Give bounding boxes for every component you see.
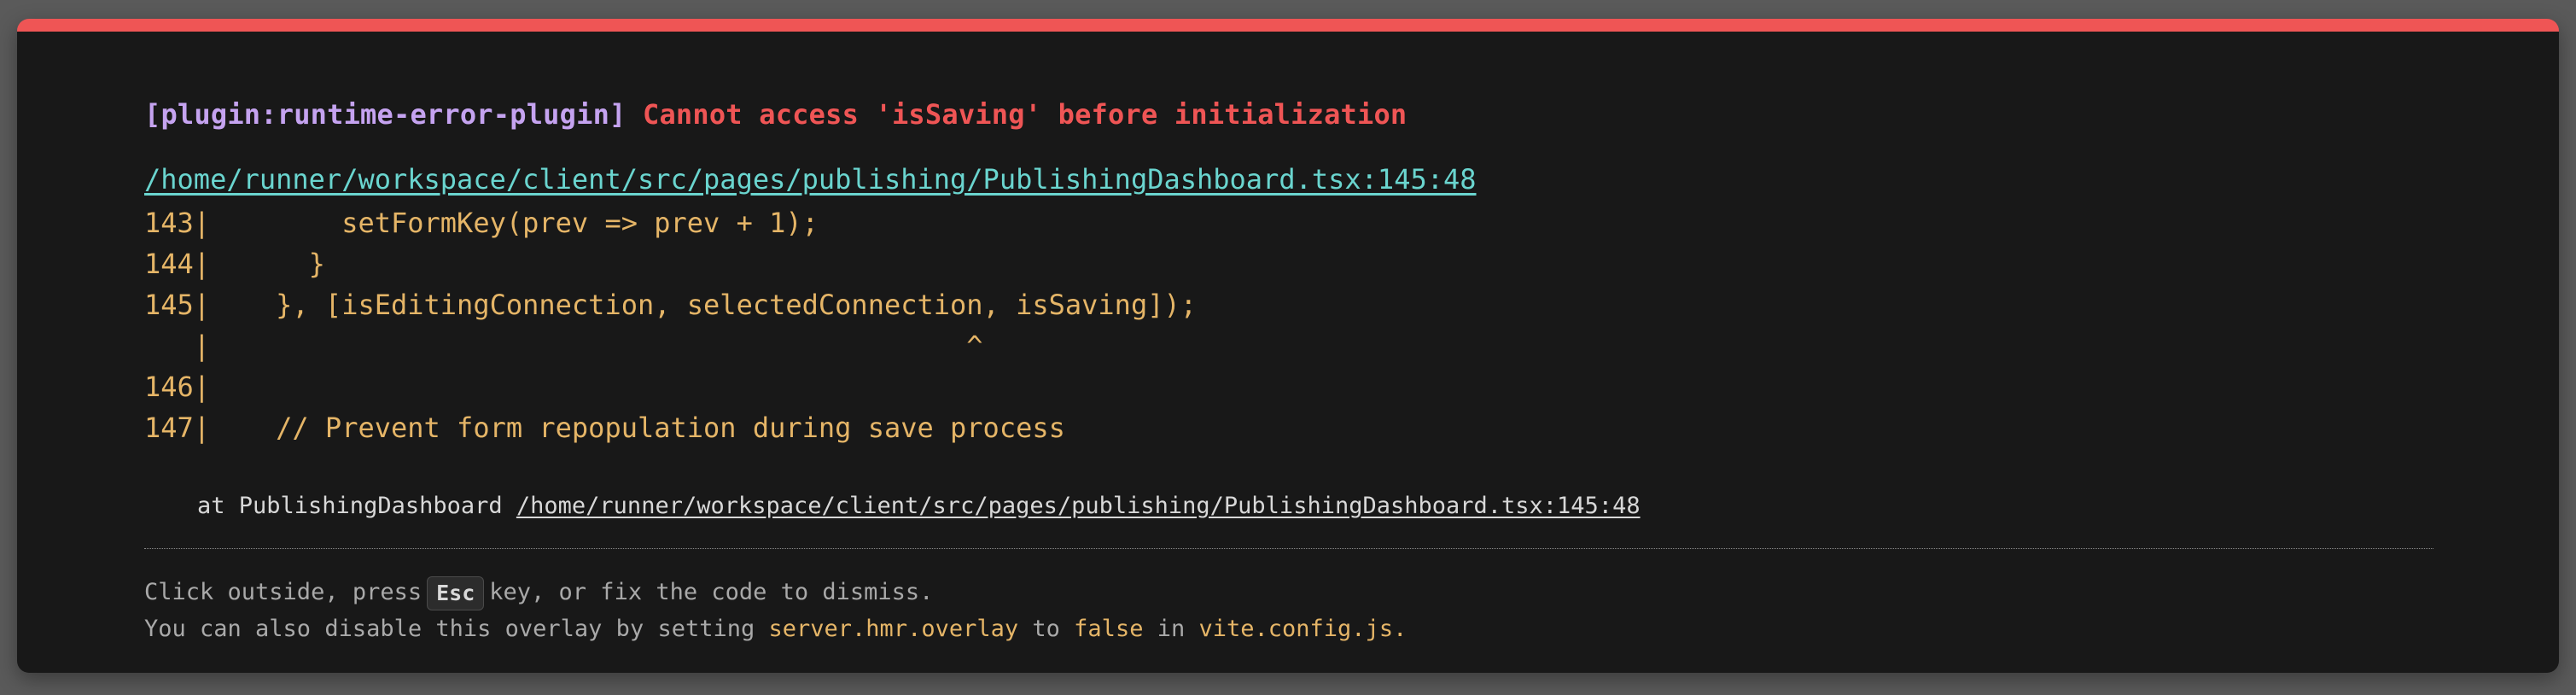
error-title: [plugin:runtime-error-plugin] Cannot acc… xyxy=(144,98,1407,131)
config-file: vite.config.js. xyxy=(1198,616,1407,642)
error-file-link[interactable]: /home/runner/workspace/client/src/pages/… xyxy=(144,163,1477,196)
disable-overlay-tip: You can also disable this overlay by set… xyxy=(144,616,1407,642)
error-message: Cannot access 'isSaving' before initiali… xyxy=(642,98,1407,131)
code-line: 146| xyxy=(144,371,211,403)
setting-name: server.hmr.overlay xyxy=(768,616,1019,642)
stack-trace: at PublishingDashboard /home/runner/work… xyxy=(197,493,1641,519)
stack-file-link[interactable]: /home/runner/workspace/client/src/pages/… xyxy=(516,493,1641,519)
code-caret-line: | ^ xyxy=(144,330,983,362)
setting-value: false xyxy=(1074,616,1144,642)
code-frame: 143| setFormKey(prev => prev + 1); 144| }… xyxy=(144,202,1197,448)
tip2-in: in xyxy=(1157,616,1186,642)
code-line: 144| } xyxy=(144,248,325,280)
dismiss-tip: Click outside, press Esc key, or fix the c… xyxy=(144,575,933,610)
tip2-prefix: You can also disable this overlay by set… xyxy=(144,616,755,642)
code-line: 143| setFormKey(prev => prev + 1); xyxy=(144,207,819,239)
error-overlay-window: [plugin:runtime-error-plugin] Cannot acc… xyxy=(17,19,2559,673)
tip-text-after: key, or fix the code to dismiss. xyxy=(489,579,934,605)
esc-key: Esc xyxy=(427,576,485,610)
stack-prefix: at PublishingDashboard xyxy=(197,493,503,519)
tip2-to: to xyxy=(1032,616,1060,642)
tip-text-before: Click outside, press xyxy=(144,579,423,605)
code-line-error: 145| }, [isEditingConnection, selectedCo… xyxy=(144,289,1197,321)
code-line: 147| // Prevent form repopulation during… xyxy=(144,412,1065,444)
divider xyxy=(144,548,2433,549)
plugin-label: [plugin:runtime-error-plugin] xyxy=(144,98,627,131)
